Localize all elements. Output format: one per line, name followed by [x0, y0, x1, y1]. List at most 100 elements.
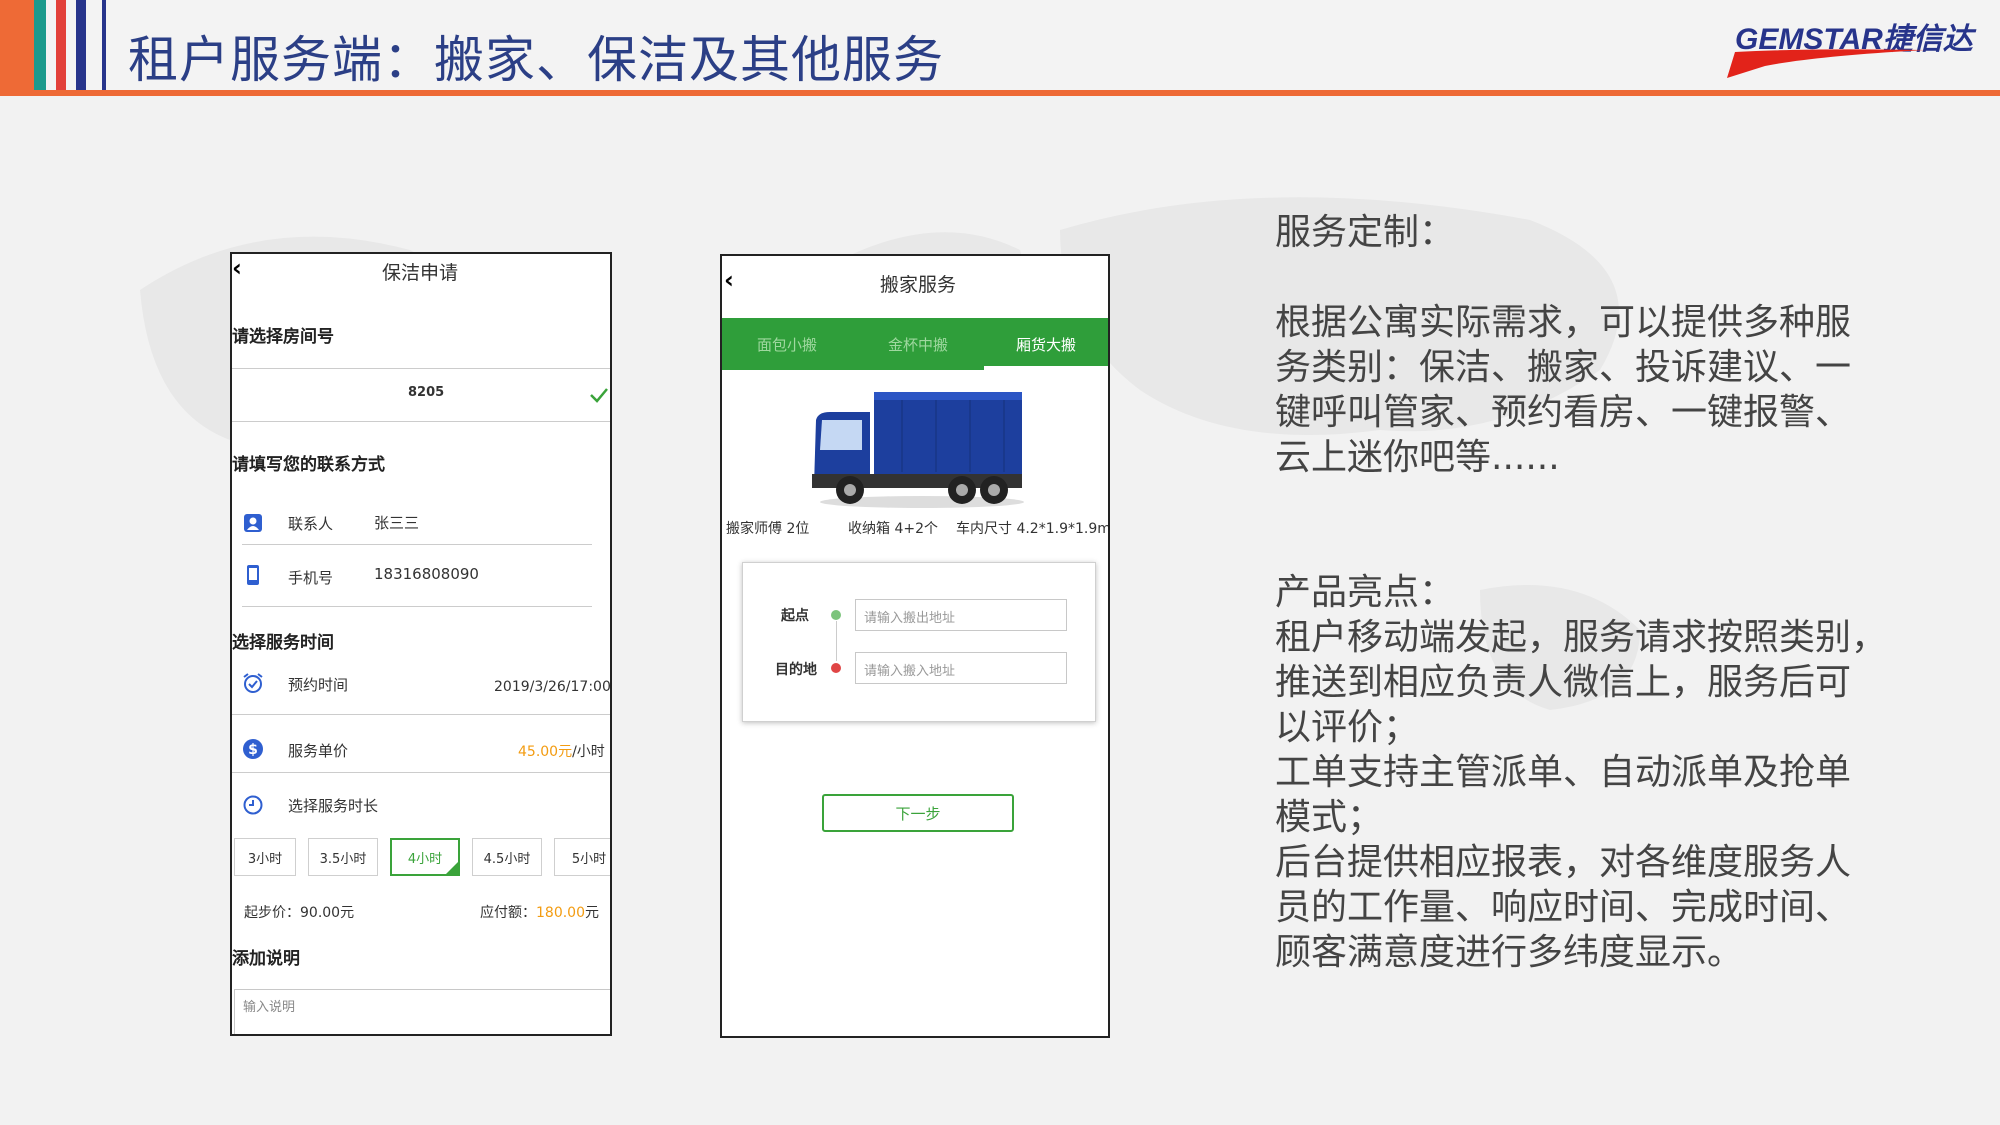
duration-option[interactable]: 3.5小时 — [308, 838, 378, 876]
to-placeholder: 请输入搬入地址 — [864, 664, 956, 679]
appointment-label: 预约时间 — [288, 676, 349, 694]
dollar-icon: $ — [243, 739, 263, 759]
from-placeholder: 请输入搬出地址 — [864, 611, 956, 626]
check-icon — [590, 388, 608, 403]
duration-text: 4小时 — [407, 851, 443, 867]
highlight-line: 员的工作量、响应时间、完成时间、 — [1275, 887, 1852, 928]
highlight-line: 工单支持主管派单、自动派单及抢单 — [1275, 752, 1852, 793]
active-tab-indicator — [984, 366, 1108, 370]
price-unit: /小时 — [572, 744, 605, 760]
highlight-line: 模式； — [1275, 797, 1384, 838]
back-arrow-icon[interactable]: ‹ — [724, 266, 734, 294]
price-value: 45.00元 — [518, 744, 573, 760]
logo-swoosh-icon — [1727, 49, 1925, 78]
tab-van-small[interactable]: 面包小搬 — [722, 318, 852, 370]
truck-icon — [812, 392, 1024, 508]
duration-option[interactable]: 5小时 — [554, 838, 610, 876]
moving-title: 搬家服务 — [880, 274, 957, 296]
note-section-title: 添加说明 — [232, 949, 300, 969]
phone-field[interactable]: 18316808090 — [374, 565, 479, 583]
from-label: 起点 — [781, 608, 809, 624]
alarm-clock-icon — [243, 673, 263, 693]
header-stripe-teal — [34, 0, 46, 90]
duration-text: 3.5小时 — [319, 851, 367, 867]
custom-line: 键呼叫管家、预约看房、一键报警、 — [1275, 392, 1852, 433]
spec-size: 车内尺寸 4.2*1.9*1.9m — [956, 521, 1110, 537]
price-display: 45.00元/小时 — [518, 741, 605, 761]
price-label: 服务单价 — [288, 742, 349, 760]
tab-truck-large[interactable]: 厢货大搬 — [984, 318, 1108, 370]
highlight-line: 后台提供相应报表，对各维度服务人 — [1275, 842, 1852, 883]
to-address-input[interactable]: 请输入搬入地址 — [855, 652, 1067, 684]
header-bar: 租户服务端：搬家、保洁及其他服务 GEMSTAR捷信达 — [0, 0, 2000, 96]
from-dot-icon — [831, 610, 841, 620]
custom-line: 务类别：保洁、搬家、投诉建议、一 — [1275, 347, 1852, 388]
header-stripe-gap — [46, 0, 56, 90]
contact-label: 联系人 — [288, 515, 334, 533]
vehicle-tab-bar: 面包小搬 金杯中搬 厢货大搬 — [722, 318, 1108, 370]
highlight-title: 产品亮点： — [1275, 572, 1456, 613]
header-stripe-orange — [0, 0, 34, 90]
back-arrow-icon[interactable]: ‹ — [232, 254, 242, 282]
cleaning-app-screen: ‹ 保洁申请 请选择房间号 8205 请填写您的联系方式 联系人 张三三 手机号… — [230, 252, 612, 1036]
amount-due-label: 应付额： — [480, 905, 536, 921]
duration-text: 3小时 — [247, 851, 283, 867]
spec-boxes: 收纳箱 4+2个 — [848, 521, 938, 537]
duration-option[interactable]: 3小时 — [234, 838, 296, 876]
divider — [242, 606, 592, 607]
spec-movers: 搬家师傅 2位 — [726, 521, 810, 537]
duration-text: 4.5小时 — [483, 851, 531, 867]
route-line — [836, 621, 837, 661]
svg-text:$: $ — [248, 742, 258, 758]
divider — [232, 714, 610, 715]
contact-section-title: 请填写您的联系方式 — [232, 455, 385, 475]
header-stripe-gap2 — [66, 0, 76, 90]
custom-service-title: 服务定制： — [1275, 212, 1456, 253]
next-step-button[interactable]: 下一步 — [822, 794, 1014, 832]
header-stripe-gap3 — [86, 0, 96, 90]
custom-line: 云上迷你吧等...... — [1275, 437, 1560, 478]
highlight-line: 以评价； — [1275, 707, 1420, 748]
from-address-input[interactable]: 请输入搬出地址 — [855, 599, 1067, 631]
divider — [232, 772, 610, 773]
header-stripe-red — [56, 0, 66, 90]
header-stripe-navy — [76, 0, 86, 90]
highlight-line: 顾客满意度进行多纬度显示。 — [1275, 932, 1744, 973]
time-section-title: 选择服务时间 — [232, 633, 334, 653]
to-label: 目的地 — [775, 662, 817, 678]
room-number-value: 8205 — [408, 385, 445, 400]
divider — [242, 544, 592, 545]
cleaning-title: 保洁申请 — [382, 262, 459, 284]
appointment-time-field[interactable]: 2019/3/26/17:00 — [494, 679, 610, 695]
header-divider — [0, 90, 2000, 96]
custom-line: 根据公寓实际需求，可以提供多种服 — [1275, 302, 1852, 343]
highlight-line: 租户移动端发起，服务请求按照类别， — [1275, 617, 1888, 658]
note-placeholder: 输入说明 — [243, 1000, 296, 1015]
to-dot-icon — [831, 663, 841, 673]
duration-option[interactable]: 4.5小时 — [472, 838, 542, 876]
amount-due-unit: 元 — [585, 905, 599, 921]
note-input[interactable]: 输入说明 — [234, 989, 610, 1034]
contact-field[interactable]: 张三三 — [374, 512, 419, 533]
room-section-title: 请选择房间号 — [232, 327, 334, 347]
start-price: 起步价：90.00元 — [244, 905, 355, 921]
company-logo: GEMSTAR捷信达 — [1725, 8, 1985, 78]
phone-label: 手机号 — [288, 569, 334, 587]
duration-option-selected[interactable]: 4小时 — [390, 838, 460, 876]
divider — [232, 421, 610, 422]
duration-text: 5小时 — [571, 851, 607, 867]
page-title: 租户服务端：搬家、保洁及其他服务 — [128, 31, 944, 89]
moving-app-screen: ‹ 搬家服务 面包小搬 金杯中搬 厢货大搬 搬家师傅 2位 收纳箱 4+2个 车… — [720, 254, 1110, 1038]
tab-van-medium[interactable]: 金杯中搬 — [852, 318, 984, 370]
header-stripe-navy2 — [102, 0, 106, 90]
phone-icon — [247, 565, 259, 585]
selected-corner-icon — [446, 862, 458, 874]
amount-due-value: 180.00 — [536, 905, 585, 921]
clock-icon — [243, 795, 263, 815]
amount-due: 应付额：180.00元 — [480, 902, 599, 922]
contact-icon — [244, 514, 262, 532]
room-number-select[interactable]: 8205 — [232, 369, 610, 421]
duration-label: 选择服务时长 — [288, 797, 379, 815]
address-card: 起点 请输入搬出地址 目的地 请输入搬入地址 — [742, 562, 1096, 722]
highlight-line: 推送到相应负责人微信上，服务后可 — [1275, 662, 1852, 703]
